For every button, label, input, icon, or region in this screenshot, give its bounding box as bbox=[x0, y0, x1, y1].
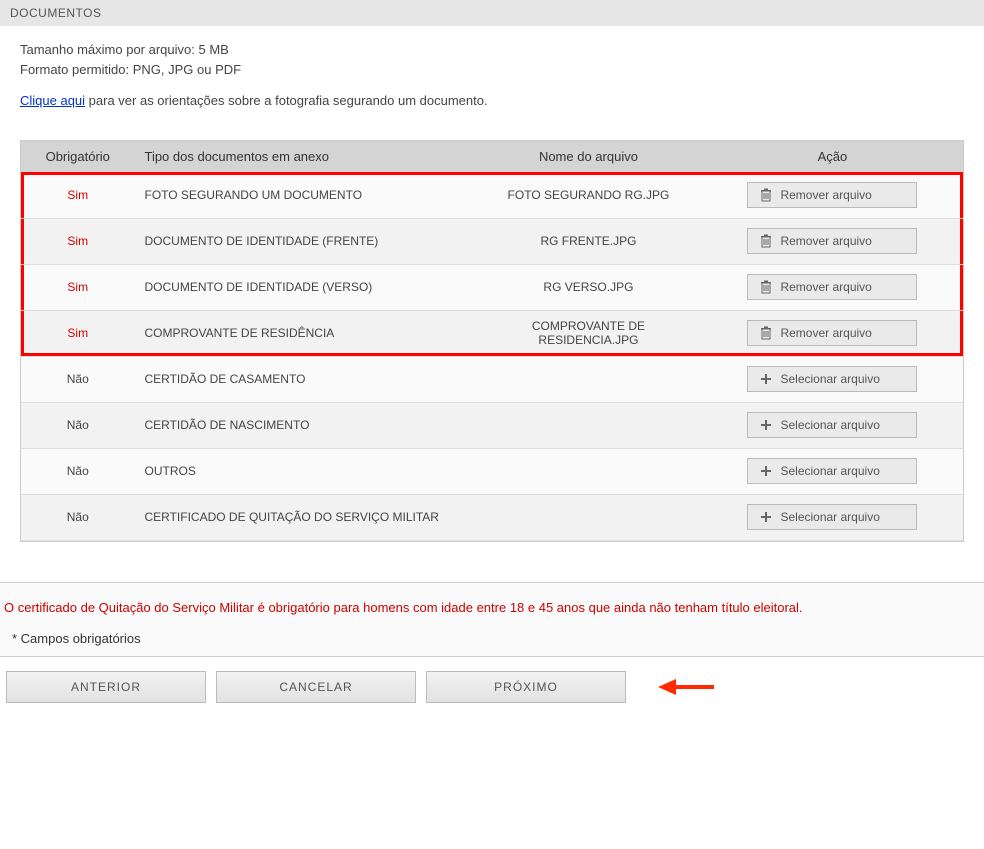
plus-icon bbox=[760, 373, 772, 385]
table-row: SimDOCUMENTO DE IDENTIDADE (FRENTE)RG FR… bbox=[21, 218, 963, 264]
proximo-button[interactable]: PRÓXIMO bbox=[426, 671, 626, 703]
table-row: NãoOUTROS Selecionar arquivo bbox=[21, 448, 963, 494]
photo-instructions-link[interactable]: Clique aqui bbox=[20, 93, 85, 108]
select-file-button[interactable]: Selecionar arquivo bbox=[747, 366, 917, 392]
trash-icon bbox=[760, 188, 772, 202]
action-label: Selecionar arquivo bbox=[780, 510, 879, 524]
military-certificate-notice: O certificado de Quitação do Serviço Mil… bbox=[4, 599, 980, 617]
documents-table: Obrigatório Tipo dos documentos em anexo… bbox=[21, 141, 963, 541]
cell-obrigatorio: Não bbox=[21, 402, 134, 448]
table-row: SimDOCUMENTO DE IDENTIDADE (VERSO)RG VER… bbox=[21, 264, 963, 310]
nav-buttons-bar: ANTERIOR CANCELAR PRÓXIMO bbox=[0, 656, 984, 723]
table-row: NãoCERTIDÃO DE CASAMENTO Selecionar arqui… bbox=[21, 356, 963, 402]
col-header-acao: Ação bbox=[702, 141, 963, 172]
documents-table-wrap: Obrigatório Tipo dos documentos em anexo… bbox=[20, 140, 964, 542]
select-file-button[interactable]: Selecionar arquivo bbox=[747, 504, 917, 530]
table-row: SimCOMPROVANTE DE RESIDÊNCIACOMPROVANTE … bbox=[21, 310, 963, 356]
table-header-row: Obrigatório Tipo dos documentos em anexo… bbox=[21, 141, 963, 172]
cell-tipo: CERTIFICADO DE QUITAÇÃO DO SERVIÇO MILIT… bbox=[134, 494, 474, 540]
cell-tipo: CERTIDÃO DE NASCIMENTO bbox=[134, 402, 474, 448]
cell-tipo: OUTROS bbox=[134, 448, 474, 494]
cell-tipo: CERTIDÃO DE CASAMENTO bbox=[134, 356, 474, 402]
action-label: Selecionar arquivo bbox=[780, 372, 879, 386]
remove-file-button[interactable]: Remover arquivo bbox=[747, 320, 917, 346]
action-label: Remover arquivo bbox=[780, 234, 871, 248]
action-label: Remover arquivo bbox=[780, 188, 871, 202]
trash-icon bbox=[760, 234, 772, 248]
select-file-button[interactable]: Selecionar arquivo bbox=[747, 458, 917, 484]
section-title: DOCUMENTOS bbox=[10, 6, 101, 20]
section-header: DOCUMENTOS bbox=[0, 0, 984, 26]
cell-filename: COMPROVANTE DE RESIDENCIA.JPG bbox=[475, 310, 702, 356]
col-header-obrigatorio: Obrigatório bbox=[21, 141, 134, 172]
cell-obrigatorio: Sim bbox=[21, 264, 134, 310]
info-formats: Formato permitido: PNG, JPG ou PDF bbox=[20, 60, 964, 80]
cancelar-button[interactable]: CANCELAR bbox=[216, 671, 416, 703]
cell-tipo: FOTO SEGURANDO UM DOCUMENTO bbox=[134, 172, 474, 218]
cell-filename: RG FRENTE.JPG bbox=[475, 218, 702, 264]
remove-file-button[interactable]: Remover arquivo bbox=[747, 182, 917, 208]
cell-tipo: DOCUMENTO DE IDENTIDADE (VERSO) bbox=[134, 264, 474, 310]
cell-action: Remover arquivo bbox=[702, 172, 963, 218]
arrow-annotation-icon bbox=[656, 676, 716, 698]
info-max-size: Tamanho máximo por arquivo: 5 MB bbox=[20, 40, 964, 60]
cell-action: Remover arquivo bbox=[702, 310, 963, 356]
cell-obrigatorio: Sim bbox=[21, 172, 134, 218]
cell-obrigatorio: Não bbox=[21, 494, 134, 540]
cell-filename bbox=[475, 402, 702, 448]
table-row: SimFOTO SEGURANDO UM DOCUMENTOFOTO SEGUR… bbox=[21, 172, 963, 218]
content-area: Tamanho máximo por arquivo: 5 MB Formato… bbox=[0, 26, 984, 118]
remove-file-button[interactable]: Remover arquivo bbox=[747, 228, 917, 254]
anterior-button[interactable]: ANTERIOR bbox=[6, 671, 206, 703]
action-label: Remover arquivo bbox=[780, 280, 871, 294]
col-header-tipo: Tipo dos documentos em anexo bbox=[134, 141, 474, 172]
photo-instructions-line: Clique aqui para ver as orientações sobr… bbox=[20, 93, 964, 108]
trash-icon bbox=[760, 326, 772, 340]
required-fields-note: * Campos obrigatórios bbox=[4, 631, 980, 646]
cell-filename bbox=[475, 356, 702, 402]
cell-action: Selecionar arquivo bbox=[702, 494, 963, 540]
cell-filename bbox=[475, 448, 702, 494]
cell-tipo: DOCUMENTO DE IDENTIDADE (FRENTE) bbox=[134, 218, 474, 264]
cell-action: Remover arquivo bbox=[702, 264, 963, 310]
action-label: Selecionar arquivo bbox=[780, 464, 879, 478]
select-file-button[interactable]: Selecionar arquivo bbox=[747, 412, 917, 438]
cell-action: Selecionar arquivo bbox=[702, 448, 963, 494]
cell-filename bbox=[475, 494, 702, 540]
remove-file-button[interactable]: Remover arquivo bbox=[747, 274, 917, 300]
action-label: Selecionar arquivo bbox=[780, 418, 879, 432]
action-label: Remover arquivo bbox=[780, 326, 871, 340]
photo-instructions-rest: para ver as orientações sobre a fotograf… bbox=[85, 93, 488, 108]
cell-obrigatorio: Não bbox=[21, 448, 134, 494]
table-row: NãoCERTIDÃO DE NASCIMENTO Selecionar arqu… bbox=[21, 402, 963, 448]
plus-icon bbox=[760, 419, 772, 431]
table-row: NãoCERTIFICADO DE QUITAÇÃO DO SERVIÇO MI… bbox=[21, 494, 963, 540]
plus-icon bbox=[760, 511, 772, 523]
plus-icon bbox=[760, 465, 772, 477]
cell-action: Remover arquivo bbox=[702, 218, 963, 264]
cell-tipo: COMPROVANTE DE RESIDÊNCIA bbox=[134, 310, 474, 356]
cell-obrigatorio: Sim bbox=[21, 310, 134, 356]
cell-filename: RG VERSO.JPG bbox=[475, 264, 702, 310]
col-header-nome: Nome do arquivo bbox=[475, 141, 702, 172]
cell-obrigatorio: Não bbox=[21, 356, 134, 402]
cell-action: Selecionar arquivo bbox=[702, 356, 963, 402]
cell-filename: FOTO SEGURANDO RG.JPG bbox=[475, 172, 702, 218]
trash-icon bbox=[760, 280, 772, 294]
notice-area: O certificado de Quitação do Serviço Mil… bbox=[0, 582, 984, 656]
cell-action: Selecionar arquivo bbox=[702, 402, 963, 448]
cell-obrigatorio: Sim bbox=[21, 218, 134, 264]
